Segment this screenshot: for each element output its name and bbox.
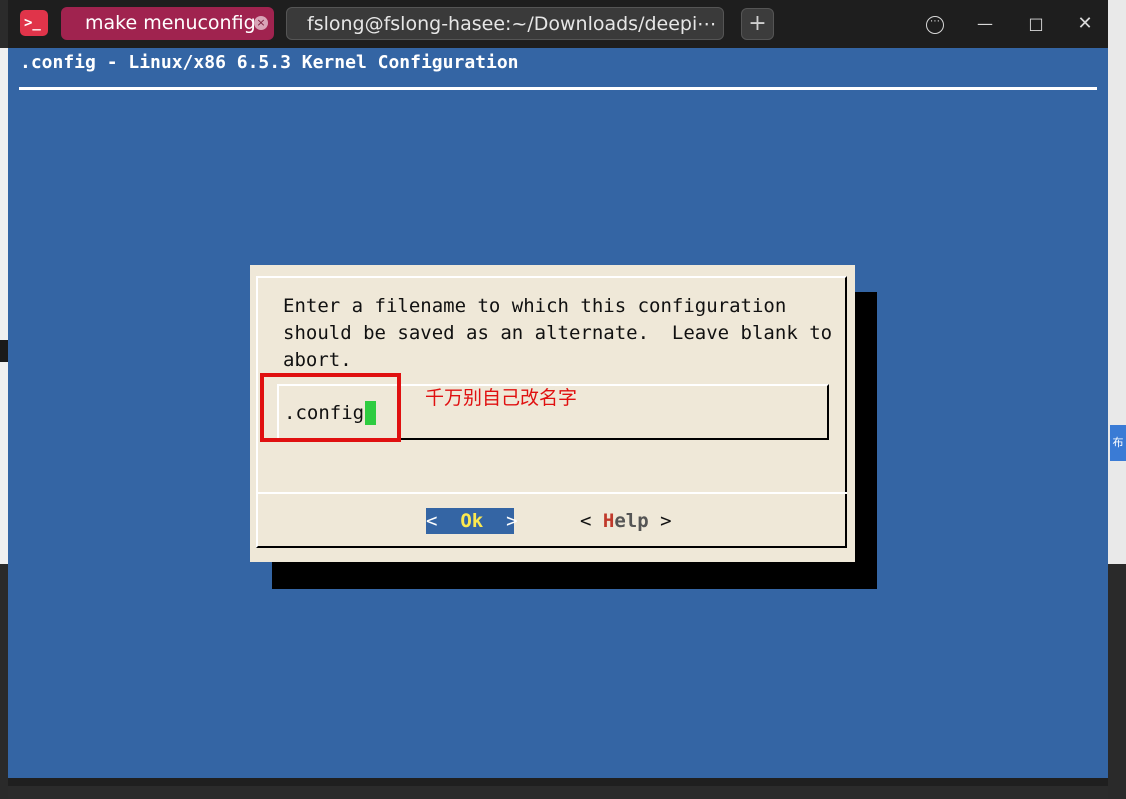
help-button[interactable]: < Help > xyxy=(580,508,672,534)
menu-button[interactable]: ⋯ xyxy=(923,12,947,36)
help-right-bracket: > xyxy=(660,510,672,532)
button-divider xyxy=(256,492,847,494)
close-tab-icon[interactable]: × xyxy=(254,16,268,30)
terminal-content[interactable]: .config - Linux/x86 6.5.3 Kernel Configu… xyxy=(8,48,1108,778)
ok-right-bracket: > xyxy=(506,510,518,532)
tab-make-menuconfig[interactable]: make menuconfig × xyxy=(61,7,274,40)
tab-fslong-shell[interactable]: fslong@fslong-hasee:~/Downloads/deepi⋯ xyxy=(286,7,724,40)
ok-label-rest: k xyxy=(471,510,484,532)
config-title: .config - Linux/x86 6.5.3 Kernel Configu… xyxy=(20,52,519,73)
background-window-tab: 布 xyxy=(1110,425,1126,461)
annotation-highlight-box xyxy=(260,373,401,442)
tab-label: make menuconfig xyxy=(85,12,256,34)
maximize-button[interactable]: □ xyxy=(1024,12,1048,36)
ok-left-bracket: < xyxy=(426,510,438,532)
save-config-dialog: Enter a filename to which this configura… xyxy=(250,265,855,562)
prompt-line-2: should be saved as an alternate. Leave b… xyxy=(283,322,833,344)
ok-button[interactable]: < Ok > xyxy=(426,508,518,534)
annotation-text: 千万别自己改名字 xyxy=(425,387,578,409)
background-window-left-dark xyxy=(0,564,8,799)
help-hotkey: H xyxy=(602,510,615,532)
prompt-line-1: Enter a filename to which this configura… xyxy=(283,295,787,317)
title-rule xyxy=(19,87,1097,90)
new-tab-button[interactable]: + xyxy=(741,8,774,40)
dialog-prompt: Enter a filename to which this configura… xyxy=(283,293,832,374)
window-bottom-edge xyxy=(8,778,1108,786)
title-bar: >_ make menuconfig × fslong@fslong-hasee… xyxy=(8,0,1108,48)
help-left-bracket: < xyxy=(580,510,592,532)
prompt-line-3: abort. xyxy=(283,349,352,371)
background-window-left-divider xyxy=(0,340,8,362)
terminal-window: >_ make menuconfig × fslong@fslong-hasee… xyxy=(8,0,1108,786)
minimize-button[interactable]: — xyxy=(973,12,997,36)
help-label-rest: elp xyxy=(614,510,649,532)
ok-hotkey: O xyxy=(460,510,472,532)
terminal-icon[interactable]: >_ xyxy=(20,10,48,36)
tab-label: fslong@fslong-hasee:~/Downloads/deepi⋯ xyxy=(307,13,717,35)
background-window-right-dark xyxy=(1108,564,1126,799)
more-icon: ⋯ xyxy=(926,15,944,34)
close-window-button[interactable]: ✕ xyxy=(1073,12,1097,36)
